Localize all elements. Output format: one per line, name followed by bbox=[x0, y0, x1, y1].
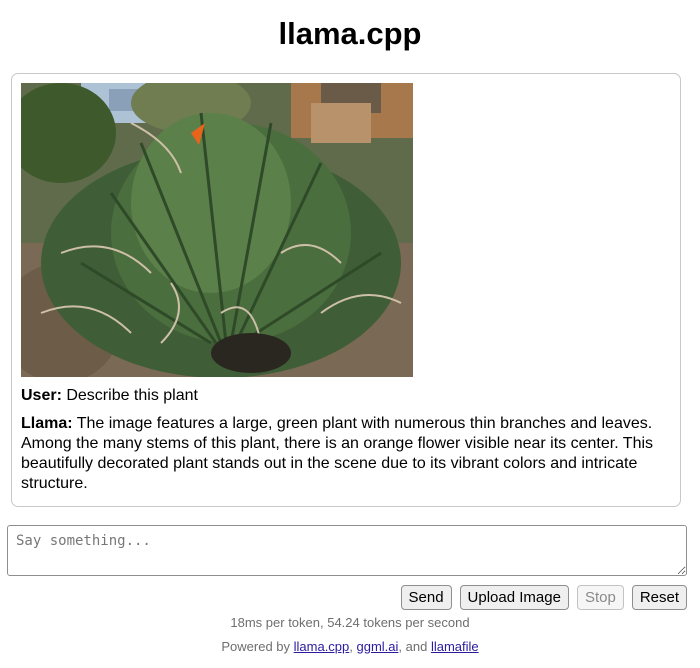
token-stats: 18ms per token, 54.24 tokens per second bbox=[230, 615, 470, 630]
send-button[interactable]: Send bbox=[400, 585, 452, 610]
user-speaker-label: User: bbox=[21, 387, 62, 404]
reset-button[interactable]: Reset bbox=[631, 585, 687, 610]
stop-button: Stop bbox=[576, 585, 624, 610]
powered-by-prefix: Powered by bbox=[221, 639, 294, 654]
upload-image-button[interactable]: Upload Image bbox=[459, 585, 569, 610]
llamafile-link[interactable]: llamafile bbox=[431, 639, 479, 654]
powered-by-sep1: , bbox=[349, 639, 357, 654]
llama-speaker-label: Llama: bbox=[21, 415, 73, 432]
powered-by-sep2: , and bbox=[398, 639, 431, 654]
llama-cpp-link[interactable]: llama.cpp bbox=[294, 639, 350, 654]
llama-message: Llama: The image features a large, green… bbox=[21, 414, 666, 494]
user-message: User: Describe this plant bbox=[21, 386, 666, 406]
uploaded-plant-image bbox=[21, 83, 413, 377]
page-title: llama.cpp bbox=[278, 16, 422, 51]
action-buttons: Send Upload Image Stop Reset bbox=[400, 585, 687, 610]
ggml-link[interactable]: ggml.ai bbox=[357, 639, 399, 654]
app-root: llama.cpp User: Describe this plant Llam… bbox=[0, 0, 700, 668]
user-message-text: Describe this plant bbox=[61, 387, 198, 404]
message-input[interactable] bbox=[7, 525, 687, 576]
powered-by: Powered by llama.cpp, ggml.ai, and llama… bbox=[0, 639, 700, 654]
llama-message-text: The image features a large, green plant … bbox=[21, 415, 654, 492]
chat-log: User: Describe this plant Llama: The ima… bbox=[11, 73, 681, 507]
